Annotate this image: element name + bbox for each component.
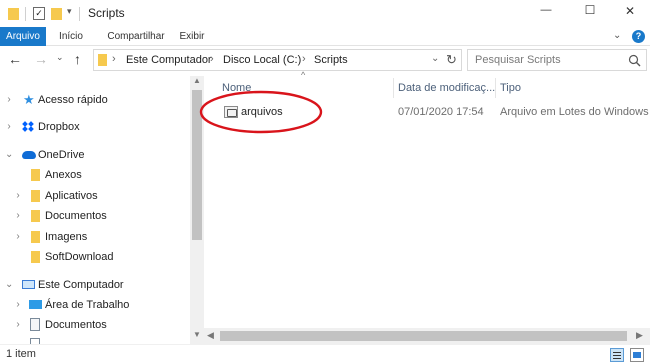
- customize-toolbar-icon[interactable]: ▾: [67, 6, 72, 17]
- chevron-right-icon[interactable]: ›: [14, 315, 22, 335]
- folder-icon: [31, 251, 40, 263]
- address-bar[interactable]: › Este Computador › Disco Local (C:) › S…: [93, 49, 462, 71]
- nav-item-label: SoftDownload: [45, 251, 114, 263]
- recent-locations-icon[interactable]: ⌄: [56, 52, 64, 63]
- quick-access-separator: [25, 7, 26, 21]
- nav-item-label: Documentos: [45, 210, 107, 222]
- nav-item-onedrive[interactable]: ⌄ OneDrive: [0, 145, 190, 165]
- folder-icon: [31, 210, 40, 222]
- help-icon[interactable]: ?: [632, 30, 645, 43]
- desktop-icon: [29, 300, 42, 309]
- tab-exibir[interactable]: Exibir: [172, 27, 212, 46]
- chevron-right-icon[interactable]: ›: [14, 227, 22, 247]
- breadcrumb-chevron-icon[interactable]: ›: [210, 53, 214, 65]
- nav-item-label: Acesso rápido: [38, 94, 108, 106]
- maximize-button[interactable]: ☐: [570, 3, 610, 17]
- nav-item-label: Anexos: [45, 169, 82, 181]
- chevron-right-icon[interactable]: ›: [5, 117, 13, 137]
- chevron-down-icon[interactable]: ⌄: [5, 145, 13, 165]
- chevron-right-icon[interactable]: ›: [14, 295, 22, 315]
- nav-item-label: Dropbox: [38, 121, 80, 133]
- breadcrumb-chevron-icon[interactable]: ›: [302, 53, 306, 65]
- sort-ascending-icon: ^: [301, 70, 306, 80]
- ribbon-expand-icon[interactable]: ⌄: [613, 30, 621, 41]
- nav-item-softdownload[interactable]: SoftDownload: [0, 247, 190, 267]
- refresh-icon[interactable]: ↻: [446, 52, 457, 68]
- chevron-right-icon[interactable]: ›: [5, 90, 13, 110]
- nav-item-label: Documentos: [45, 319, 107, 331]
- title-bar: ✓ ▾ Scripts — ☐ ✕: [0, 0, 650, 27]
- breadcrumb-este-computador[interactable]: Este Computador: [126, 54, 212, 66]
- column-header-tipo[interactable]: Tipo: [500, 76, 521, 100]
- breadcrumb-scripts[interactable]: Scripts: [314, 54, 348, 66]
- tab-arquivo[interactable]: Arquivo: [0, 27, 46, 46]
- chevron-right-icon[interactable]: ›: [14, 186, 22, 206]
- column-divider[interactable]: [393, 78, 394, 98]
- minimize-button[interactable]: —: [526, 4, 566, 16]
- folder-icon: [31, 169, 40, 181]
- chevron-right-icon[interactable]: ›: [14, 206, 22, 226]
- computer-icon: [22, 280, 35, 289]
- new-folder-icon[interactable]: [51, 8, 62, 20]
- chevron-down-icon[interactable]: ⌄: [5, 275, 13, 295]
- column-header-data[interactable]: Data de modificaç...: [398, 76, 495, 100]
- details-view-icon[interactable]: [610, 348, 624, 362]
- search-box[interactable]: Pesquisar Scripts: [467, 49, 647, 71]
- annotation-ellipse: [199, 90, 323, 134]
- document-icon: [30, 318, 40, 331]
- folder-icon: [98, 54, 107, 66]
- nav-item-dropbox[interactable]: › Dropbox: [0, 117, 190, 137]
- star-icon: ★: [23, 92, 35, 107]
- status-bar: 1 item: [0, 344, 650, 364]
- nav-item-documentos-pc[interactable]: › Documentos: [0, 315, 190, 335]
- folder-app-icon: [8, 8, 19, 20]
- ribbon: Arquivo Início Compartilhar Exibir ⌄ ?: [0, 27, 650, 46]
- nav-item-este-computador[interactable]: ⌄ Este Computador: [0, 275, 190, 295]
- nav-item-label: Aplicativos: [45, 190, 98, 202]
- search-input[interactable]: Pesquisar Scripts: [475, 54, 561, 66]
- hscroll-thumb[interactable]: [220, 331, 627, 341]
- nav-item-documentos[interactable]: › Documentos: [0, 206, 190, 226]
- folder-icon: [31, 190, 40, 202]
- close-button[interactable]: ✕: [610, 4, 650, 18]
- tab-inicio[interactable]: Início: [50, 27, 92, 46]
- nav-item-label: Imagens: [45, 231, 88, 243]
- forward-arrow-icon[interactable]: →: [34, 51, 48, 67]
- navigation-pane: › ★ Acesso rápido › Dropbox ⌄ OneDrive A…: [0, 76, 190, 344]
- file-date: 07/01/2020 17:54: [398, 106, 484, 118]
- nav-item-anexos[interactable]: Anexos: [0, 165, 190, 185]
- nav-item-aplicativos[interactable]: › Aplicativos: [0, 186, 190, 206]
- title-separator: [79, 7, 80, 21]
- up-arrow-icon[interactable]: ↑: [74, 51, 81, 67]
- file-list-hscrollbar[interactable]: ◀ ▶: [204, 328, 650, 344]
- scroll-up-arrow-icon[interactable]: ▲: [193, 76, 201, 85]
- nav-item-label: Este Computador: [38, 279, 124, 291]
- nav-item-area-de-trabalho[interactable]: › Área de Trabalho: [0, 295, 190, 315]
- dropbox-icon: [22, 121, 34, 132]
- address-dropdown-icon[interactable]: ⌄: [431, 53, 439, 64]
- properties-icon[interactable]: ✓: [33, 7, 45, 20]
- nav-item-label: OneDrive: [38, 149, 85, 161]
- large-icons-view-icon[interactable]: [630, 348, 644, 362]
- back-arrow-icon[interactable]: ←: [8, 51, 22, 67]
- window-title: Scripts: [88, 6, 125, 20]
- breadcrumb-disco-local[interactable]: Disco Local (C:): [223, 54, 301, 66]
- scroll-right-arrow-icon[interactable]: ▶: [636, 330, 643, 341]
- nav-item-imagens[interactable]: › Imagens: [0, 227, 190, 247]
- nav-item-label: Área de Trabalho: [45, 299, 130, 311]
- search-icon[interactable]: [628, 54, 641, 67]
- item-count: 1 item: [6, 348, 36, 360]
- file-type: Arquivo em Lotes do Windows: [500, 106, 649, 118]
- scroll-down-arrow-icon[interactable]: ▼: [193, 330, 201, 339]
- tab-compartilhar[interactable]: Compartilhar: [100, 27, 172, 46]
- scroll-left-arrow-icon[interactable]: ◀: [207, 330, 214, 341]
- cloud-icon: [22, 151, 36, 159]
- nav-item-acesso-rapido[interactable]: › ★ Acesso rápido: [0, 90, 190, 110]
- column-divider[interactable]: [495, 78, 496, 98]
- breadcrumb-chevron-icon[interactable]: ›: [112, 53, 116, 65]
- folder-icon: [31, 231, 40, 243]
